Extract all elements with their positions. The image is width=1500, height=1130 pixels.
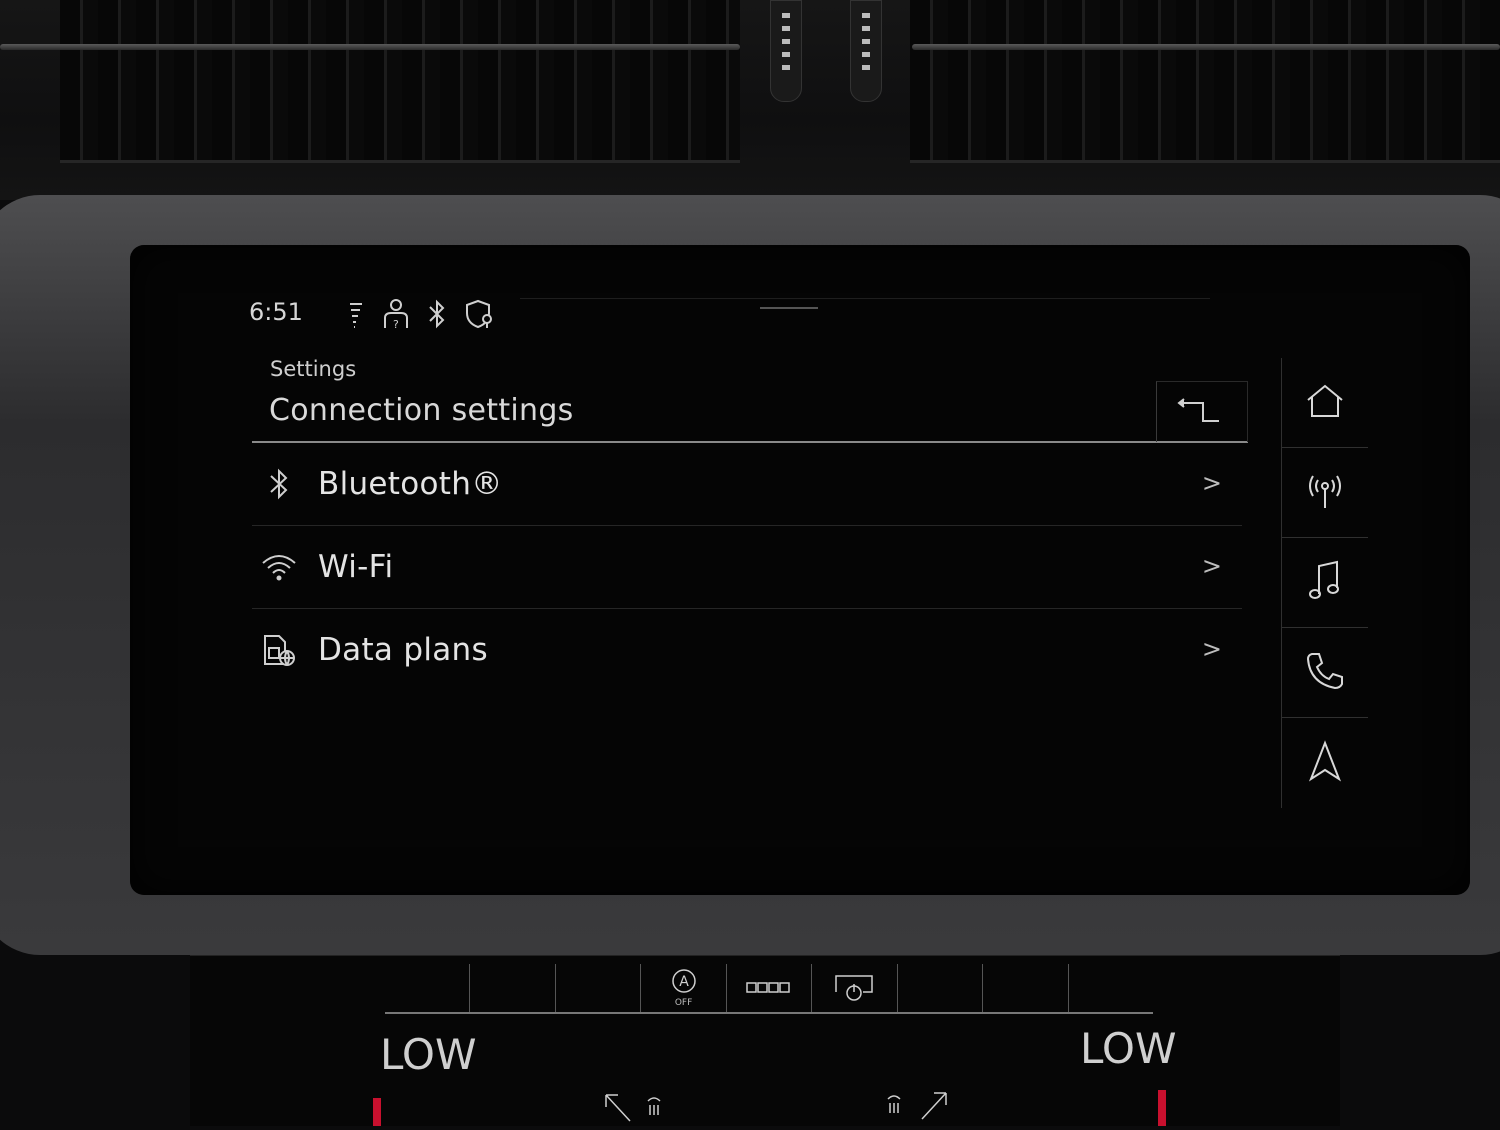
breadcrumb[interactable]: Settings <box>270 357 356 381</box>
location-privacy-icon <box>464 298 496 330</box>
navigation-icon <box>1308 739 1342 786</box>
climate-panel: A OFF LOW LOW <box>190 955 1340 1126</box>
air-vent-left <box>60 0 740 163</box>
chevron-right-icon: > <box>1201 552 1222 580</box>
phone-icon <box>1304 650 1346 696</box>
bluetooth-icon <box>426 298 448 330</box>
temperature-left[interactable]: LOW <box>380 1030 477 1079</box>
music-icon <box>1307 560 1343 606</box>
climate-slot-9[interactable] <box>1069 964 1153 1012</box>
air-direction-left-icon[interactable] <box>602 1091 672 1130</box>
home-icon <box>1304 383 1346 423</box>
navigation-button[interactable] <box>1282 718 1368 807</box>
air-vent-right <box>910 0 1500 163</box>
page-title: Connection settings <box>269 393 574 428</box>
pull-down-handle[interactable] <box>760 307 818 309</box>
clock: 6:51 <box>249 298 303 326</box>
climate-slot-8[interactable] <box>983 964 1069 1012</box>
display-power-icon <box>835 975 874 1001</box>
status-icons: ? <box>346 298 496 330</box>
music-button[interactable] <box>1282 538 1368 628</box>
connection-settings-list: Bluetooth® > Wi-Fi > Data plans > <box>252 443 1242 691</box>
list-item-label: Data plans <box>318 632 488 668</box>
temperature-indicator-left <box>373 1098 381 1126</box>
phone-button[interactable] <box>1282 628 1368 718</box>
temperature-right[interactable]: LOW <box>1080 1024 1177 1073</box>
list-item-label: Wi-Fi <box>318 549 394 585</box>
auto-off-label: OFF <box>674 998 693 1008</box>
display-power-button[interactable] <box>812 964 898 1012</box>
back-arrow-icon <box>1175 395 1229 429</box>
home-button[interactable] <box>1282 358 1368 448</box>
vent-adjuster-right[interactable] <box>850 0 882 102</box>
climate-slot-7[interactable] <box>898 964 984 1012</box>
climate-button-row: A OFF <box>385 964 1153 1014</box>
temperature-indicator-right <box>1158 1090 1166 1126</box>
fan-level-icon <box>746 982 790 993</box>
vent-adjuster-left[interactable] <box>770 0 802 102</box>
list-item-bluetooth[interactable]: Bluetooth® > <box>252 443 1242 526</box>
auto-climate-button[interactable]: A OFF <box>641 964 727 1012</box>
chevron-right-icon: > <box>1201 635 1222 663</box>
list-item-wifi[interactable]: Wi-Fi > <box>252 526 1242 609</box>
dashboard-top <box>0 0 1500 200</box>
climate-slot-1[interactable] <box>385 964 471 1012</box>
fan-level-button[interactable] <box>727 964 813 1012</box>
auto-a-icon: A <box>671 969 696 993</box>
air-direction-right-icon[interactable] <box>880 1089 950 1130</box>
back-button[interactable] <box>1156 381 1248 442</box>
side-navigation <box>1281 358 1368 808</box>
status-divider <box>520 298 1210 299</box>
climate-slot-3[interactable] <box>556 964 642 1012</box>
bluetooth-icon <box>252 467 306 501</box>
wifi-icon <box>252 553 306 581</box>
data-plan-sim-icon <box>252 632 306 668</box>
list-item-data-plans[interactable]: Data plans > <box>252 609 1242 691</box>
list-item-label: Bluetooth® <box>318 466 503 502</box>
chevron-right-icon: > <box>1201 469 1222 497</box>
radio-button[interactable] <box>1282 448 1368 538</box>
vent-trim-left <box>0 44 740 50</box>
user-profile-icon[interactable]: ? <box>382 298 410 330</box>
signal-strength-icon <box>346 298 366 330</box>
svg-text:A: A <box>679 974 689 990</box>
climate-slot-2[interactable] <box>470 964 556 1012</box>
vent-trim-right <box>912 44 1500 50</box>
svg-text:?: ? <box>393 318 399 330</box>
radio-icon <box>1305 472 1345 514</box>
